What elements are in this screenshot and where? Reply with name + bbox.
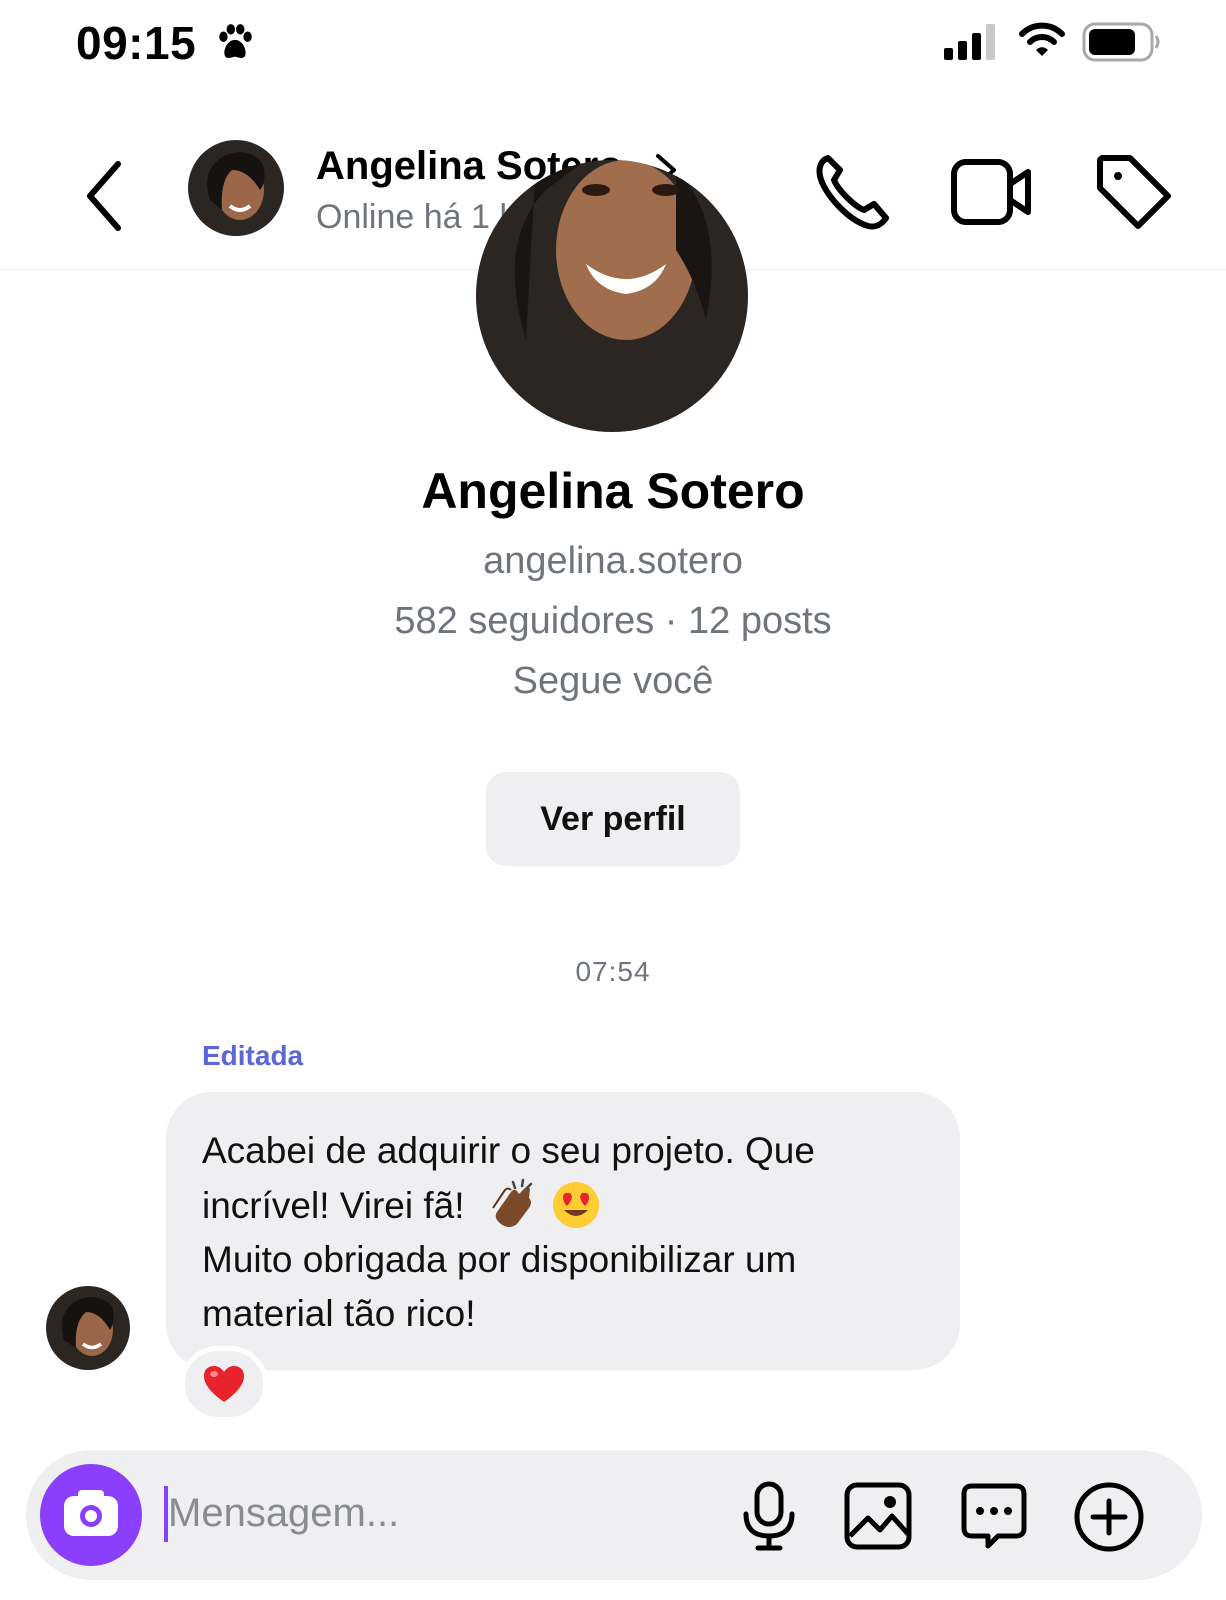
- profile-username: angelina.sotero: [483, 540, 743, 582]
- profile-portrait: [476, 160, 748, 432]
- status-time: 09:15: [76, 17, 197, 69]
- message-timestamp: 07:54: [575, 956, 651, 987]
- back-arrow-icon[interactable]: [78, 156, 134, 236]
- video-call-icon[interactable]: [950, 154, 1034, 230]
- profile-stats: 582 seguidores · 12 posts: [394, 600, 832, 642]
- heart-eyes-face-icon: [553, 1182, 600, 1228]
- gallery-icon[interactable]: [842, 1480, 914, 1552]
- message-line: incrível! Virei fã!: [202, 1178, 926, 1233]
- status-bar: 09:15: [0, 0, 1226, 90]
- edited-label: Editada: [202, 1040, 304, 1071]
- sticker-icon[interactable]: [958, 1480, 1030, 1552]
- header-online-status: Online há 1 h: [316, 198, 519, 236]
- microphone-icon[interactable]: [734, 1480, 804, 1552]
- message-composer: [26, 1450, 1202, 1580]
- chat-screen: 09:15 Angelina Sotero Online há 1 h Ange…: [0, 0, 1226, 1600]
- message-line: Muito obrigada por disponibilizar um: [202, 1239, 797, 1280]
- message-bubble[interactable]: Acabei de adquirir o seu projeto. Que in…: [166, 1092, 960, 1370]
- camera-button[interactable]: [40, 1464, 142, 1566]
- message-input[interactable]: [168, 1478, 688, 1548]
- clapping-hands-icon: [491, 1178, 533, 1227]
- follows-you-label: Segue você: [512, 660, 714, 702]
- view-profile-button[interactable]: Ver perfil: [486, 772, 740, 866]
- plus-icon[interactable]: [1072, 1480, 1146, 1554]
- header-avatar[interactable]: [188, 140, 284, 236]
- heart-reaction[interactable]: [180, 1346, 268, 1422]
- wifi-icon: [1019, 22, 1065, 56]
- profile-name: Angelina Sotero: [421, 463, 805, 519]
- battery-icon: [1082, 22, 1160, 62]
- paw-icon: [219, 24, 252, 58]
- cellular-signal-icon: [944, 24, 995, 60]
- phone-call-icon[interactable]: [810, 150, 894, 234]
- avatar-portrait: [188, 140, 284, 236]
- profile-photo[interactable]: [476, 160, 748, 432]
- message-line-text: incrível! Virei fã!: [202, 1185, 465, 1226]
- camera-icon: [64, 1490, 118, 1536]
- sender-portrait: [46, 1286, 130, 1370]
- message-line: Acabei de adquirir o seu projeto. Que: [202, 1130, 815, 1171]
- tag-icon[interactable]: [1092, 150, 1176, 234]
- red-heart-icon: [204, 1366, 244, 1402]
- message-line: material tão rico!: [202, 1293, 476, 1334]
- message-sender-avatar[interactable]: [46, 1286, 130, 1370]
